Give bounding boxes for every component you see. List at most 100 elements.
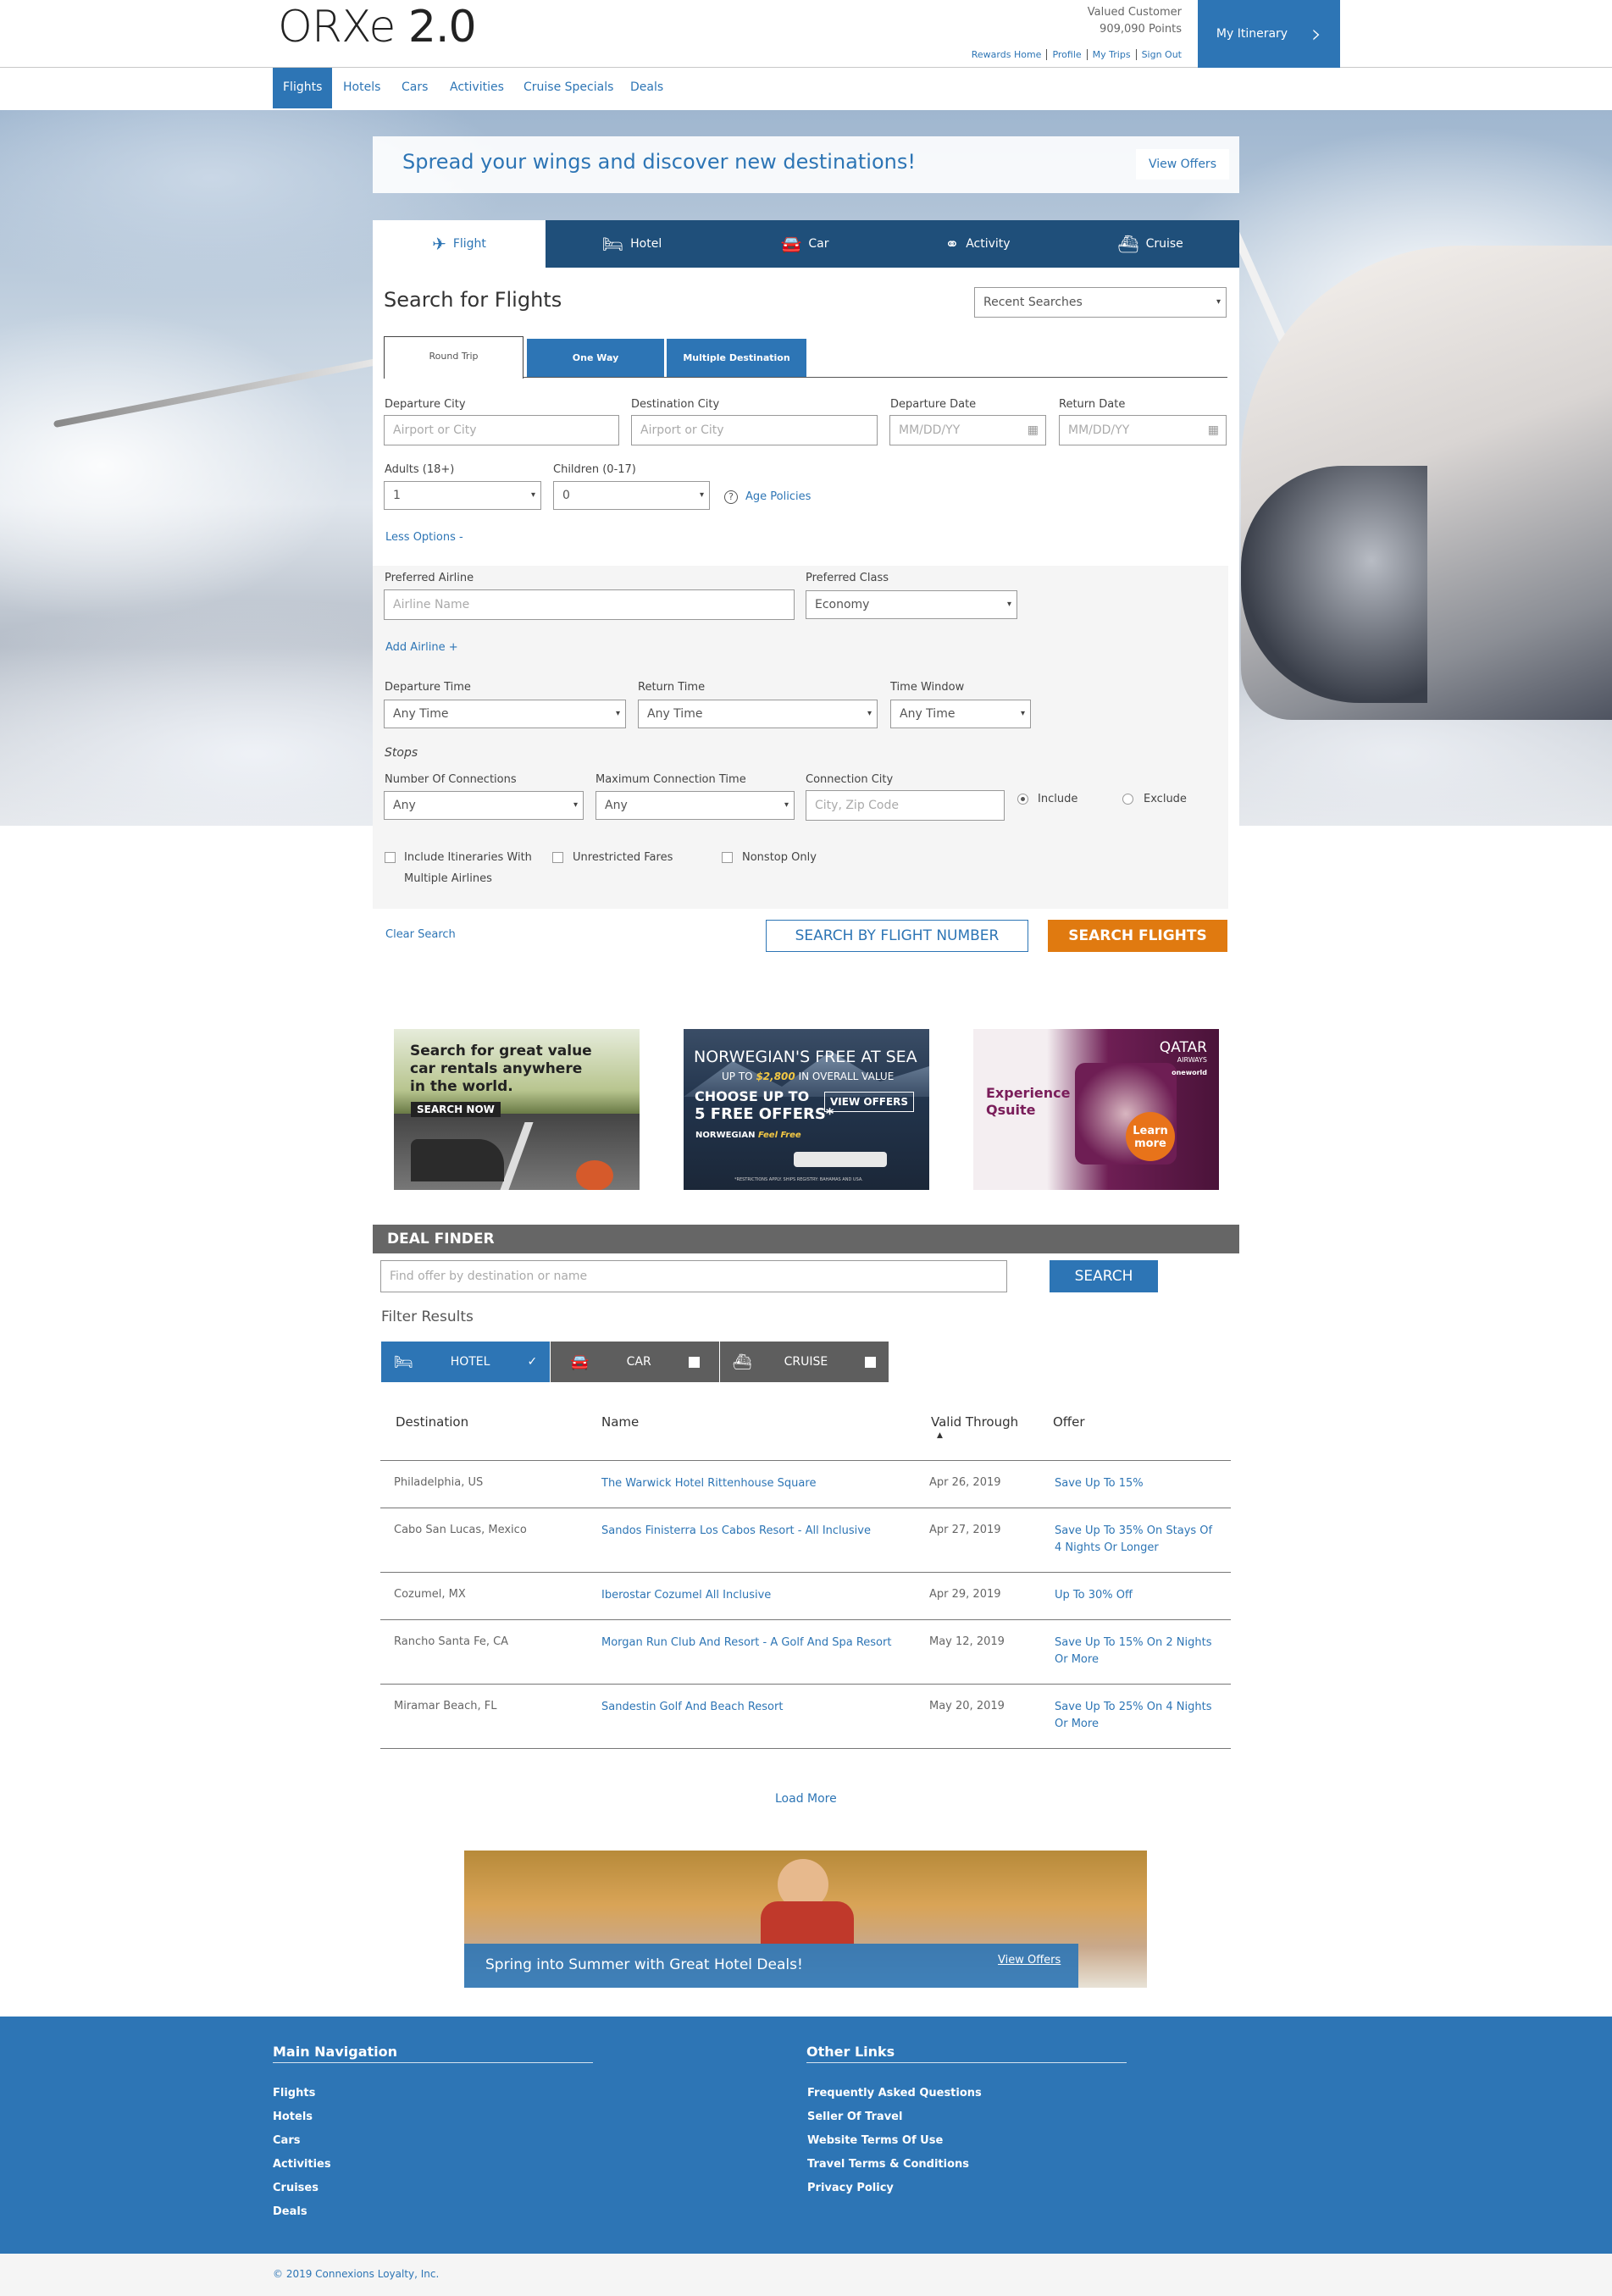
return-time-select[interactable]: Any Time xyxy=(638,700,878,728)
deal-offer[interactable]: Save Up To 35% On Stays Of xyxy=(1055,1524,1212,1537)
destination-city-input[interactable]: Airport or City xyxy=(631,415,878,445)
tab-car[interactable]: 🚘 Car xyxy=(718,220,891,268)
account-info: Valued Customer 909,090 Points xyxy=(1088,4,1182,38)
trip-round-trip[interactable]: Round Trip xyxy=(384,336,523,379)
view-offers-ad-button[interactable]: VIEW OFFERS xyxy=(824,1092,915,1112)
filter-cruise[interactable]: ⛴ CRUISE xyxy=(720,1342,889,1382)
deal-offer-line2[interactable]: Or More xyxy=(1055,1718,1099,1730)
view-offers-button[interactable]: View Offers xyxy=(1136,149,1229,180)
binoculars-icon: ⚭ xyxy=(944,234,960,254)
col-offer[interactable]: Offer xyxy=(1053,1414,1085,1430)
search-flights-button[interactable]: SEARCH FLIGHTS xyxy=(1048,920,1227,952)
link-profile[interactable]: Profile xyxy=(1047,49,1088,60)
unrestricted-fares-checkbox[interactable] xyxy=(552,852,563,863)
departure-city-input[interactable]: Airport or City xyxy=(384,415,619,445)
recent-searches-dropdown[interactable]: Recent Searches xyxy=(974,287,1227,318)
adults-select[interactable]: 1 xyxy=(384,481,541,510)
col-destination[interactable]: Destination xyxy=(396,1414,468,1430)
filter-car[interactable]: 🚘 CAR xyxy=(551,1342,719,1382)
exclude-radio[interactable] xyxy=(1122,794,1133,805)
connection-city-input[interactable]: City, Zip Code xyxy=(806,790,1005,821)
load-more-link[interactable]: Load More xyxy=(775,1792,837,1806)
link-sign-out[interactable]: Sign Out xyxy=(1137,49,1182,60)
nav-flights[interactable]: Flights xyxy=(273,68,333,108)
footer-link-travel-terms[interactable]: Travel Terms & Conditions xyxy=(807,2153,982,2177)
top-links: Rewards Home Profile My Trips Sign Out xyxy=(966,49,1182,60)
departure-date-input[interactable]: MM/DD/YY ▦ xyxy=(889,415,1046,445)
main-navigation-title: Main Navigation xyxy=(273,2044,593,2063)
footer-link-hotels[interactable]: Hotels xyxy=(273,2105,331,2129)
deal-name-link[interactable]: Sandestin Golf And Beach Resort xyxy=(601,1701,783,1713)
trip-one-way[interactable]: One Way xyxy=(527,339,664,377)
col-name[interactable]: Name xyxy=(601,1414,639,1430)
children-select[interactable]: 0 xyxy=(553,481,710,510)
filter-hotel[interactable]: 🛏 HOTEL ✓ xyxy=(381,1342,550,1382)
calendar-icon: ▦ xyxy=(1207,423,1219,437)
car-rental-ad[interactable]: Search for great value car rentals anywh… xyxy=(394,1029,640,1190)
footer-link-deals[interactable]: Deals xyxy=(273,2200,331,2224)
deal-name-link[interactable]: Sandos Finisterra Los Cabos Resort - All… xyxy=(601,1524,871,1537)
deal-name-link[interactable]: The Warwick Hotel Rittenhouse Square xyxy=(601,1477,816,1490)
return-date-input[interactable]: MM/DD/YY ▦ xyxy=(1059,415,1227,445)
stops-heading: Stops xyxy=(385,746,418,760)
trip-multiple-destination[interactable]: Multiple Destination xyxy=(667,339,806,377)
footer-link-cars[interactable]: Cars xyxy=(273,2129,331,2153)
nonstop-only-checkbox[interactable] xyxy=(722,852,733,863)
connections-select[interactable]: Any xyxy=(384,791,584,820)
hotel-deals-banner[interactable]: Spring into Summer with Great Hotel Deal… xyxy=(464,1851,1147,1988)
deal-name-link[interactable]: Morgan Run Club And Resort - A Golf And … xyxy=(601,1636,891,1649)
deal-search-button[interactable]: SEARCH xyxy=(1050,1260,1158,1292)
deal-offer[interactable]: Up To 30% Off xyxy=(1055,1589,1133,1602)
footer-link-terms-of-use[interactable]: Website Terms Of Use xyxy=(807,2129,982,2153)
deal-destination: Miramar Beach, FL xyxy=(394,1700,497,1712)
footer-link-faq[interactable]: Frequently Asked Questions xyxy=(807,2082,982,2105)
search-now-button[interactable]: SEARCH NOW xyxy=(411,1102,501,1117)
deal-offer[interactable]: Save Up To 15% On 2 Nights xyxy=(1055,1636,1212,1649)
tab-hotel[interactable]: 🛏 Hotel xyxy=(546,220,718,268)
multiple-airlines-checkbox[interactable] xyxy=(385,852,396,863)
less-options-link[interactable]: Less Options - xyxy=(385,531,463,544)
learn-more-button[interactable]: Learn more xyxy=(1126,1112,1175,1161)
footer-link-flights[interactable]: Flights xyxy=(273,2082,331,2105)
my-itinerary-button[interactable]: My Itinerary › xyxy=(1198,0,1340,68)
search-by-flight-number-button[interactable]: SEARCH BY FLIGHT NUMBER xyxy=(766,920,1028,952)
nav-activities[interactable]: Activities xyxy=(440,68,514,108)
help-icon: ? xyxy=(724,490,738,504)
deal-name-link[interactable]: Iberostar Cozumel All Inclusive xyxy=(601,1589,771,1602)
link-my-trips[interactable]: My Trips xyxy=(1087,49,1137,60)
deal-offer-line2[interactable]: 4 Nights Or Longer xyxy=(1055,1541,1159,1554)
add-airline-link[interactable]: Add Airline + xyxy=(385,641,458,654)
nav-deals[interactable]: Deals xyxy=(620,68,673,108)
time-window-select[interactable]: Any Time xyxy=(890,700,1031,728)
deal-offer[interactable]: Save Up To 15% xyxy=(1055,1477,1144,1490)
deal-offer-line2[interactable]: Or More xyxy=(1055,1653,1099,1666)
nav-hotels[interactable]: Hotels xyxy=(333,68,391,108)
tab-cruise[interactable]: ⛴ Cruise xyxy=(1064,220,1237,268)
departure-time-select[interactable]: Any Time xyxy=(384,700,626,728)
deal-offer[interactable]: Save Up To 25% On 4 Nights xyxy=(1055,1701,1212,1713)
link-rewards-home[interactable]: Rewards Home xyxy=(966,49,1048,60)
include-radio[interactable] xyxy=(1017,794,1028,805)
footer-link-privacy-policy[interactable]: Privacy Policy xyxy=(807,2177,982,2200)
header xyxy=(0,0,1612,68)
preferred-airline-input[interactable]: Airline Name xyxy=(384,589,795,620)
nav-cars[interactable]: Cars xyxy=(391,68,438,108)
col-valid-through[interactable]: Valid Through xyxy=(931,1414,1018,1430)
age-policies-link[interactable]: Age Policies xyxy=(745,490,811,503)
nav-cruise-specials[interactable]: Cruise Specials xyxy=(513,68,623,108)
footer-link-cruises[interactable]: Cruises xyxy=(273,2177,331,2200)
clear-search-link[interactable]: Clear Search xyxy=(385,928,456,941)
qatar-airways-ad[interactable]: QATAR AIRWAYS oneworld Experience Qsuite… xyxy=(973,1029,1219,1190)
logo[interactable]: ORXe 2.0 xyxy=(278,2,477,53)
norwegian-cruise-ad[interactable]: NORWEGIAN'S FREE AT SEA UP TO $2,800 IN … xyxy=(684,1029,929,1190)
tab-activity[interactable]: ⚭ Activity xyxy=(891,220,1064,268)
view-offers-link[interactable]: View Offers xyxy=(998,1954,1061,1967)
max-connection-time-select[interactable]: Any xyxy=(595,791,795,820)
deal-search-input[interactable]: Find offer by destination or name xyxy=(380,1260,1007,1292)
tab-flight[interactable]: ✈ Flight xyxy=(373,220,546,268)
deal-destination: Rancho Santa Fe, CA xyxy=(394,1635,509,1648)
footer-link-seller-of-travel[interactable]: Seller Of Travel xyxy=(807,2105,982,2129)
preferred-class-select[interactable]: Economy xyxy=(806,590,1017,619)
footer-link-activities[interactable]: Activities xyxy=(273,2153,331,2177)
table-row: Philadelphia, US The Warwick Hotel Ritten… xyxy=(380,1461,1231,1508)
